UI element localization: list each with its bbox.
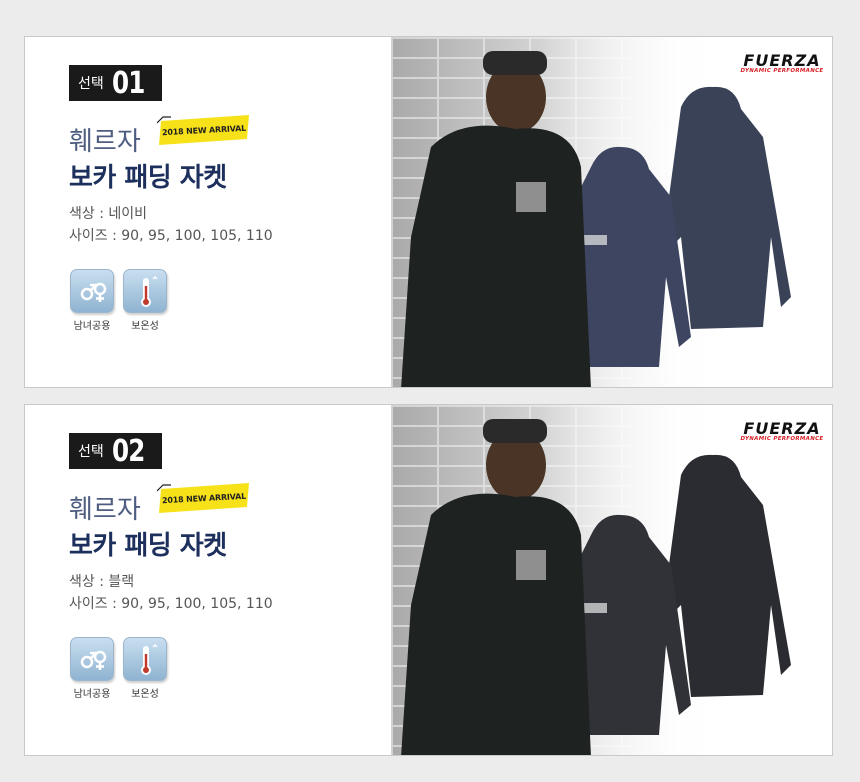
brand-name: 훼르자 [69,495,141,525]
selection-label: 선택 [78,444,104,460]
feature-unisex: 남녀공용 [67,269,117,332]
feature-warmth: 보온성 [120,637,170,700]
product-photo: FUERZA DYNAMIC PERFORMANCE [391,405,832,755]
size-info: 사이즈 : 90, 95, 100, 105, 110 [69,228,273,244]
feature-label: 보온성 [131,321,159,332]
selection-label: 선택 [78,76,104,92]
logo-tagline: DYNAMIC PERFORMANCE [740,436,824,442]
product-title: 보카 패딩 자켓 [69,531,227,561]
thermometer-icon [123,637,167,681]
new-arrival-tag: 2018 NEW ARRIVAL [157,115,251,145]
size-info: 사이즈 : 90, 95, 100, 105, 110 [69,596,273,612]
product-card-1[interactable]: 선택 01 훼르자 2018 NEW ARRIVAL 보카 패딩 자켓 색상 :… [24,36,833,388]
new-arrival-tag: 2018 NEW ARRIVAL [157,483,251,513]
feature-label: 남녀공용 [73,689,111,700]
fuerza-logo: FUERZA DYNAMIC PERFORMANCE [736,51,828,74]
selection-number: 02 [111,433,145,469]
logo-tagline: DYNAMIC PERFORMANCE [740,68,824,74]
new-arrival-text: 2018 NEW ARRIVAL [161,123,247,137]
selection-badge: 선택 02 [69,433,162,469]
gender-icon [70,269,114,313]
selection-badge: 선택 01 [69,65,162,101]
brand-name: 훼르자 [69,127,141,157]
gender-icon [70,637,114,681]
thermometer-icon [123,269,167,313]
model-with-jackets [401,51,791,387]
color-info: 색상 : 네이비 [69,206,148,222]
selection-number: 01 [111,65,145,101]
feature-unisex: 남녀공용 [67,637,117,700]
feature-label: 보온성 [131,689,159,700]
feature-label: 남녀공용 [73,321,111,332]
color-info: 색상 : 블랙 [69,574,135,590]
new-arrival-text: 2018 NEW ARRIVAL [161,491,247,505]
product-card-2[interactable]: 선택 02 훼르자 2018 NEW ARRIVAL 보카 패딩 자켓 색상 :… [24,404,833,756]
product-photo: FUERZA DYNAMIC PERFORMANCE [391,37,832,387]
model-with-jackets [401,419,791,755]
fuerza-logo: FUERZA DYNAMIC PERFORMANCE [736,419,828,442]
feature-warmth: 보온성 [120,269,170,332]
product-title: 보카 패딩 자켓 [69,163,227,193]
